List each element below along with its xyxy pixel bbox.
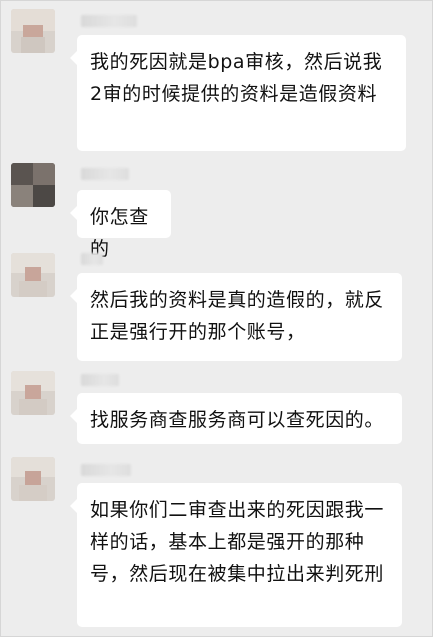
sender-name-blurred <box>81 168 129 180</box>
message-text: 找服务商查服务商可以查死因的。 <box>90 409 385 431</box>
sender-name-blurred <box>81 253 103 265</box>
contact-avatar[interactable] <box>11 163 55 207</box>
chat-window: 我的死因就是bpa审核，然后说我2审的时候提供的资料是造假资料 你怎查的 然后我… <box>0 0 433 637</box>
message-text: 如果你们二审查出来的死因跟我一样的话，基本上都是强开的那种号，然后现在被集中拉出… <box>90 499 385 585</box>
message-text: 我的死因就是bpa审核，然后说我2审的时候提供的资料是造假资料 <box>90 51 383 105</box>
contact-avatar[interactable] <box>11 253 55 297</box>
sender-name-blurred <box>81 374 119 386</box>
message-text: 然后我的资料是真的造假的，就反正是强行开的那个账号， <box>90 289 385 343</box>
sender-name-blurred <box>81 15 137 27</box>
message-bubble[interactable]: 找服务商查服务商可以查死因的。 <box>70 393 402 444</box>
message-text: 你怎查的 <box>90 206 149 260</box>
sender-name-blurred <box>81 464 131 476</box>
contact-avatar[interactable] <box>11 9 55 53</box>
message-bubble[interactable]: 然后我的资料是真的造假的，就反正是强行开的那个账号， <box>70 273 402 361</box>
contact-avatar[interactable] <box>11 371 55 415</box>
message-bubble[interactable]: 你怎查的 <box>70 190 171 260</box>
message-bubble[interactable]: 如果你们二审查出来的死因跟我一样的话，基本上都是强开的那种号，然后现在被集中拉出… <box>70 483 402 627</box>
message-bubble[interactable]: 我的死因就是bpa审核，然后说我2审的时候提供的资料是造假资料 <box>70 35 406 151</box>
contact-avatar[interactable] <box>11 457 55 501</box>
